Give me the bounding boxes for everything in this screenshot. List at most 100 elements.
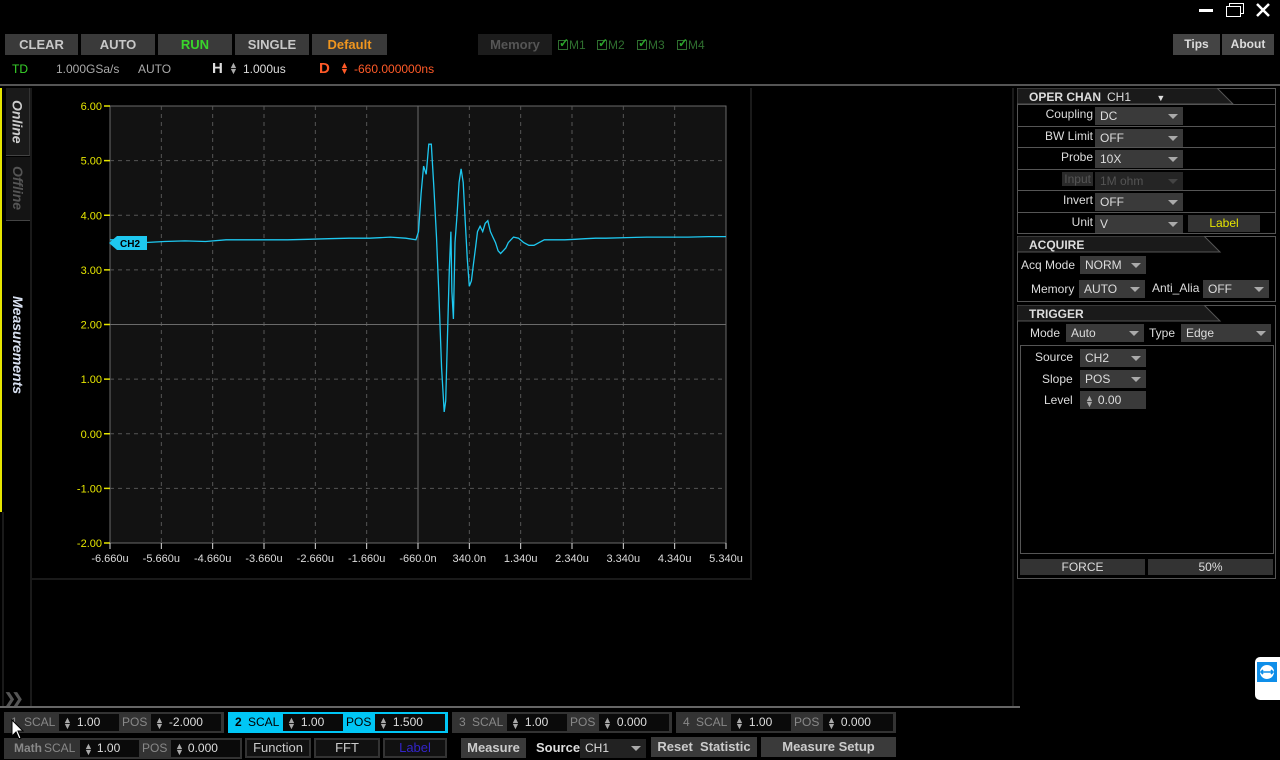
scal-input[interactable]: ▲ ▼ 1.00 — [507, 714, 567, 731]
acquire-panel: ACQUIRE Acq Mode NORM Memory AUTO Anti_A… — [1017, 236, 1276, 302]
math-pos-input[interactable]: ▲ ▼ 0.000 — [171, 740, 240, 757]
channel-2-group[interactable]: 2 SCAL ▲ ▼ 1.00 POS ▲ ▼ 1.500 — [228, 712, 448, 733]
memory-select[interactable]: AUTO — [1079, 280, 1145, 298]
close-button[interactable] — [1255, 2, 1271, 23]
trigger-type-label: Type — [1149, 326, 1176, 340]
trigger-level-label: Level — [1044, 393, 1073, 407]
right-separator — [1012, 88, 1014, 706]
spinner-icon: ▲ ▼ — [63, 714, 72, 731]
oper-row-select[interactable]: OFF — [1095, 193, 1183, 212]
function-button[interactable]: Function — [245, 738, 311, 758]
spinner-icon: ▲ ▼ — [603, 714, 612, 731]
pos-input[interactable]: ▲ ▼ 0.000 — [823, 714, 893, 731]
trigger-source-select[interactable]: CH2 — [1080, 349, 1146, 367]
trigger-title: TRIGGER — [1029, 307, 1084, 321]
spinner-icon: ▲ ▼ — [287, 714, 296, 731]
oper-row-value: DC — [1100, 109, 1118, 123]
anti-alias-select[interactable]: OFF — [1203, 280, 1269, 298]
acq-mode-label: Acq Mode — [1021, 258, 1076, 272]
pos-input[interactable]: ▲ ▼ -2.000 — [151, 714, 221, 731]
remote-widget[interactable] — [1255, 657, 1280, 700]
unit-label-button[interactable]: Label — [1188, 215, 1260, 232]
about-button[interactable]: About — [1222, 34, 1274, 55]
pos-input[interactable]: ▲ ▼ 0.000 — [599, 714, 669, 731]
trigger-mode-value: Auto — [1071, 326, 1096, 340]
acquire-title: ACQUIRE — [1029, 238, 1085, 252]
math-label-button[interactable]: Label — [383, 738, 447, 758]
oper-row-label: Coupling — [1045, 107, 1093, 121]
spinner-icon: ▲ ▼ — [735, 714, 744, 731]
oper-row-select[interactable]: OFF — [1095, 128, 1183, 147]
channel-4-group[interactable]: 4 SCAL ▲ ▼ 1.00 POS ▲ ▼ 0.000 — [676, 712, 896, 733]
math-scal-value: 1.00 — [96, 741, 121, 755]
waveform-display[interactable]: 6.00 5.00 4.00 3.00 2.00 1.00 0.00 -1.00 -2.00 -… — [0, 0, 1010, 600]
oper-row-label: Unit — [1071, 215, 1093, 229]
fft-button[interactable]: FFT — [314, 738, 380, 758]
trigger-slope-label: Slope — [1042, 372, 1073, 386]
caret-down-icon — [1256, 331, 1266, 336]
pos-input[interactable]: ▲ ▼ 1.500 — [375, 714, 445, 731]
oper-row-select[interactable]: 10X — [1095, 150, 1183, 169]
teamviewer-icon — [1257, 662, 1277, 682]
measure-source-value: CH1 — [585, 741, 610, 755]
x-tick-label: -5.660u — [143, 553, 180, 565]
trigger-mode-select[interactable]: Auto — [1066, 324, 1144, 342]
ch2-marker[interactable]: CH2 — [109, 236, 147, 250]
anti-alias-value: OFF — [1208, 282, 1232, 296]
force-button[interactable]: FORCE — [1020, 559, 1145, 575]
channel-number: 2 — [235, 715, 242, 729]
math-scal-input[interactable]: ▲ ▼ 1.00 — [80, 740, 139, 757]
measure-button[interactable]: Measure — [461, 738, 526, 758]
spinner-icon: ▲ ▼ — [155, 714, 164, 731]
oper-row-probe: Probe 10X — [1017, 147, 1276, 169]
channel-1-group[interactable]: 1SCAL▲▼1.00POS▲▼-2.000 — [4, 712, 224, 733]
y-tick-label: 0.00 — [81, 429, 102, 441]
pos-label: POS — [346, 715, 372, 729]
measure-setup-button[interactable]: Measure Setup — [761, 737, 896, 757]
fifty-percent-button[interactable]: 50% — [1148, 559, 1273, 575]
bottom-separator — [0, 706, 1020, 708]
oper-row-select[interactable]: DC — [1095, 107, 1183, 125]
y-tick-label: -2.00 — [77, 538, 102, 550]
caret-down-icon — [1131, 356, 1141, 361]
oper-chan-title: OPER CHAN — [1029, 90, 1102, 104]
scal-label: SCAL — [24, 715, 56, 729]
y-tick-label: 3.00 — [81, 265, 102, 277]
scal-input[interactable]: ▲ ▼ 1.00 — [731, 714, 791, 731]
caret-down-icon — [1168, 114, 1178, 119]
reset-statistic-button[interactable]: Reset Statistic — [651, 737, 757, 757]
scal-input[interactable]: ▲ ▼ 1.00 — [283, 714, 343, 731]
oper-row-select: 1M ohm — [1095, 171, 1183, 190]
channel-3-group[interactable]: 3 SCAL ▲ ▼ 1.00 POS ▲ ▼ 0.000 — [452, 712, 672, 733]
trigger-level-value: 0.00 — [1097, 393, 1122, 407]
trigger-level-input[interactable]: ▲ ▼ 0.00 — [1080, 391, 1146, 409]
oper-row-coupling: Coupling DC — [1017, 104, 1276, 126]
restore-button[interactable] — [1225, 2, 1245, 23]
measure-source-select[interactable]: CH1 — [580, 739, 646, 758]
memory-value: AUTO — [1084, 282, 1118, 296]
scal-value: 1.00 — [748, 715, 773, 729]
y-tick-label: 5.00 — [81, 156, 102, 168]
oper-row-label: Input — [1062, 171, 1093, 186]
measure-source-label: Source — [536, 740, 581, 755]
x-tick-label: -3.660u — [245, 553, 282, 565]
oper-row-select[interactable]: V — [1095, 215, 1183, 233]
channel-number: 3 — [459, 715, 466, 729]
tips-button[interactable]: Tips — [1173, 34, 1220, 55]
x-tick-label: 1.340u — [504, 553, 538, 565]
y-tick-label: -1.00 — [77, 483, 102, 495]
spinner-icon: ▲ ▼ — [511, 714, 520, 731]
scal-value: 1.00 — [524, 715, 549, 729]
oper-row-value: OFF — [1100, 195, 1124, 210]
trigger-slope-select[interactable]: POS — [1080, 370, 1146, 388]
oper-row-label: Probe — [1060, 150, 1093, 165]
oper-row-label: Invert — [1062, 193, 1093, 208]
restore-icon — [1226, 3, 1244, 17]
minimize-button[interactable] — [1198, 2, 1214, 23]
pos-value: 0.000 — [616, 715, 647, 729]
oper-chan-value: CH1 — [1107, 90, 1132, 104]
expand-chevron-icon[interactable]: ❯❯ — [4, 690, 24, 707]
scal-input[interactable]: ▲ ▼ 1.00 — [59, 714, 119, 731]
trigger-type-select[interactable]: Edge — [1181, 324, 1271, 342]
acq-mode-select[interactable]: NORM — [1080, 256, 1146, 274]
